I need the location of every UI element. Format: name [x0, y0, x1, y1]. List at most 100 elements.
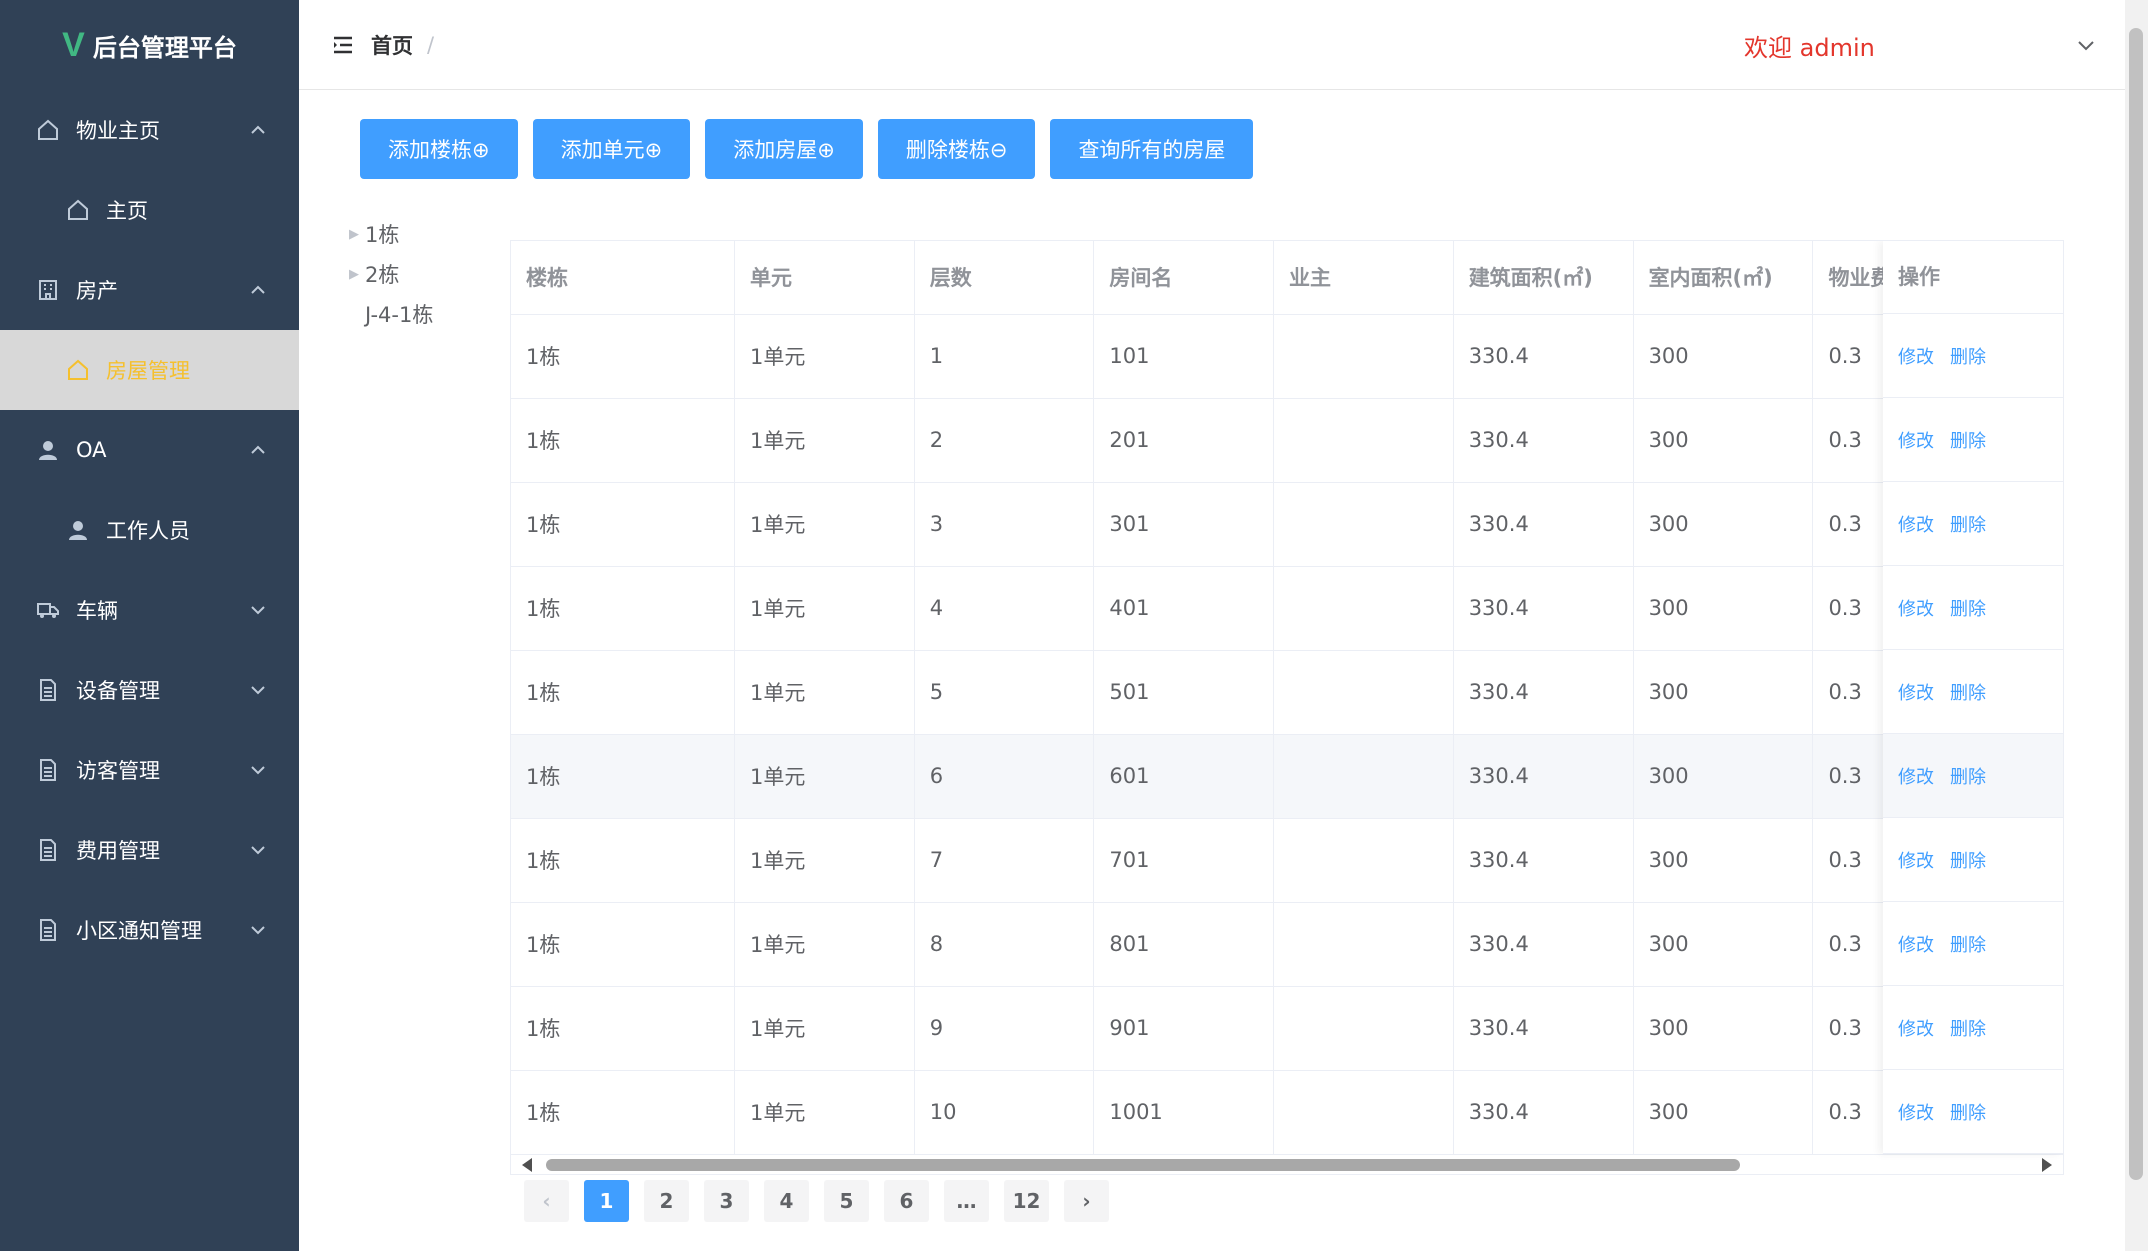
sidebar-item-real-estate[interactable]: 房产 [0, 250, 299, 330]
scrollbar-thumb[interactable] [2129, 28, 2143, 1180]
delete-link[interactable]: 删除 [1950, 343, 1986, 369]
edit-link[interactable]: 修改 [1898, 427, 1934, 453]
sidebar-item-fees[interactable]: 费用管理 [0, 810, 299, 890]
delete-link[interactable]: 删除 [1950, 763, 1986, 789]
sidebar-item-notices[interactable]: 小区通知管理 [0, 890, 299, 970]
home-icon [66, 358, 90, 382]
page-button-3[interactable]: 3 [704, 1180, 749, 1222]
column-header: 房间名 [1093, 241, 1275, 315]
tree-node[interactable]: J-4-1栋 [343, 294, 433, 334]
delete-link[interactable]: 删除 [1950, 847, 1986, 873]
sidebar-item-home[interactable]: 主页 [0, 170, 299, 250]
table-cell [1273, 398, 1454, 483]
page-button-6[interactable]: 6 [884, 1180, 929, 1222]
delete-link[interactable]: 删除 [1950, 1099, 1986, 1125]
page-button-1[interactable]: 1 [584, 1180, 629, 1222]
delete-link[interactable]: 删除 [1950, 511, 1986, 537]
add-unit-button[interactable]: 添加单元⊕ [532, 119, 691, 179]
scrollbar-thumb[interactable] [546, 1159, 1740, 1171]
edit-link[interactable]: 修改 [1898, 343, 1934, 369]
edit-link[interactable]: 修改 [1898, 595, 1934, 621]
query-all-houses-button[interactable]: 查询所有的房屋 [1050, 119, 1254, 179]
table-cell: 1单元 [734, 650, 915, 735]
page-button-12[interactable]: 12 [1004, 1180, 1049, 1222]
add-building-button[interactable]: 添加楼栋⊕ [360, 119, 518, 179]
home-icon [36, 118, 60, 142]
action-toolbar: 添加楼栋⊕ 添加单元⊕ 添加房屋⊕ 删除楼栋⊖ 查询所有的房屋 [360, 119, 1254, 179]
sidebar-item-label: 房屋管理 [106, 359, 190, 383]
menu-fold-icon[interactable] [331, 33, 355, 57]
page-button-5[interactable]: 5 [824, 1180, 869, 1222]
chevron-up-icon [249, 120, 267, 138]
sidebar: V 后台管理平台 物业主页 主页 房产 房屋管理 OA 工作人员 车辆 设备管理 [0, 0, 299, 1251]
table-cell: 330.4 [1453, 650, 1634, 735]
table-cell: 1栋 [511, 818, 736, 903]
sidebar-item-visitors[interactable]: 访客管理 [0, 730, 299, 810]
caret-right-icon[interactable]: ▶ [343, 267, 365, 282]
table-cell: 901 [1093, 986, 1275, 1071]
chevron-up-icon [249, 440, 267, 458]
table-cell: 2 [914, 398, 1095, 483]
breadcrumb-home[interactable]: 首页 [371, 30, 413, 60]
edit-link[interactable]: 修改 [1898, 763, 1934, 789]
table-cell: 1栋 [511, 398, 736, 483]
prev-page-button[interactable]: ‹ [524, 1180, 569, 1222]
welcome-text[interactable]: 欢迎 admin [1744, 28, 1875, 63]
sidebar-item-property-home[interactable]: 物业主页 [0, 90, 299, 170]
scroll-left-arrow-icon[interactable] [522, 1158, 532, 1172]
delete-link[interactable]: 删除 [1950, 931, 1986, 957]
delete-link[interactable]: 删除 [1950, 427, 1986, 453]
row-actions: 修改 删除 [1883, 650, 2063, 734]
caret-right-icon[interactable]: ▶ [343, 227, 365, 242]
table-cell [1273, 314, 1454, 399]
edit-link[interactable]: 修改 [1898, 1015, 1934, 1041]
horizontal-scrollbar[interactable] [510, 1153, 2064, 1175]
table-cell: 300 [1633, 902, 1814, 987]
table-cell: 300 [1633, 566, 1814, 651]
sidebar-item-staff[interactable]: 工作人员 [0, 490, 299, 570]
sidebar-item-oa[interactable]: OA [0, 410, 299, 490]
column-header: 楼栋 [511, 241, 736, 315]
sidebar-item-equipment[interactable]: 设备管理 [0, 650, 299, 730]
vertical-scrollbar[interactable] [2125, 0, 2148, 1251]
table-cell [1273, 566, 1454, 651]
table-cell: 1单元 [734, 566, 915, 651]
chevron-down-icon [249, 920, 267, 938]
row-actions: 修改 删除 [1883, 902, 2063, 986]
table-cell: 1 [914, 314, 1095, 399]
table-cell [1273, 818, 1454, 903]
edit-link[interactable]: 修改 [1898, 1099, 1934, 1125]
sidebar-item-vehicles[interactable]: 车辆 [0, 570, 299, 650]
row-actions: 修改 删除 [1883, 482, 2063, 566]
table-cell: 1栋 [511, 734, 736, 819]
table-cell: 301 [1093, 482, 1275, 567]
sidebar-item-house-management[interactable]: 房屋管理 [0, 330, 299, 410]
delete-link[interactable]: 删除 [1950, 595, 1986, 621]
delete-link[interactable]: 删除 [1950, 1015, 1986, 1041]
tree-node[interactable]: ▶ 2栋 [343, 254, 433, 294]
more-pages-button[interactable]: … [944, 1180, 989, 1222]
table-cell: 330.4 [1453, 482, 1634, 567]
truck-icon [36, 598, 60, 622]
page-button-4[interactable]: 4 [764, 1180, 809, 1222]
next-page-button[interactable]: › [1064, 1180, 1109, 1222]
chevron-down-icon[interactable] [2075, 34, 2097, 56]
table-cell: 3 [914, 482, 1095, 567]
table-cell: 300 [1633, 986, 1814, 1071]
operations-column: 操作 修改 删除 修改 删除 修改 删除 修改 删除 修改 删除 修改 删除 修改 删除 修改 删除 修改 删除修… [1883, 241, 2063, 1154]
page-button-2[interactable]: 2 [644, 1180, 689, 1222]
delete-building-button[interactable]: 删除楼栋⊖ [877, 119, 1036, 179]
table-cell: 330.4 [1453, 314, 1634, 399]
add-house-button[interactable]: 添加房屋⊕ [705, 119, 863, 179]
edit-link[interactable]: 修改 [1898, 931, 1934, 957]
chevron-down-icon [249, 840, 267, 858]
edit-link[interactable]: 修改 [1898, 679, 1934, 705]
document-icon [36, 678, 60, 702]
scroll-right-arrow-icon[interactable] [2042, 1158, 2052, 1172]
tree-node[interactable]: ▶ 1栋 [343, 214, 433, 254]
edit-link[interactable]: 修改 [1898, 511, 1934, 537]
edit-link[interactable]: 修改 [1898, 847, 1934, 873]
table-row: 1栋 1单元 8 801 330.4 300 0.3 [511, 902, 2063, 987]
delete-link[interactable]: 删除 [1950, 679, 1986, 705]
table-cell: 601 [1093, 734, 1275, 819]
